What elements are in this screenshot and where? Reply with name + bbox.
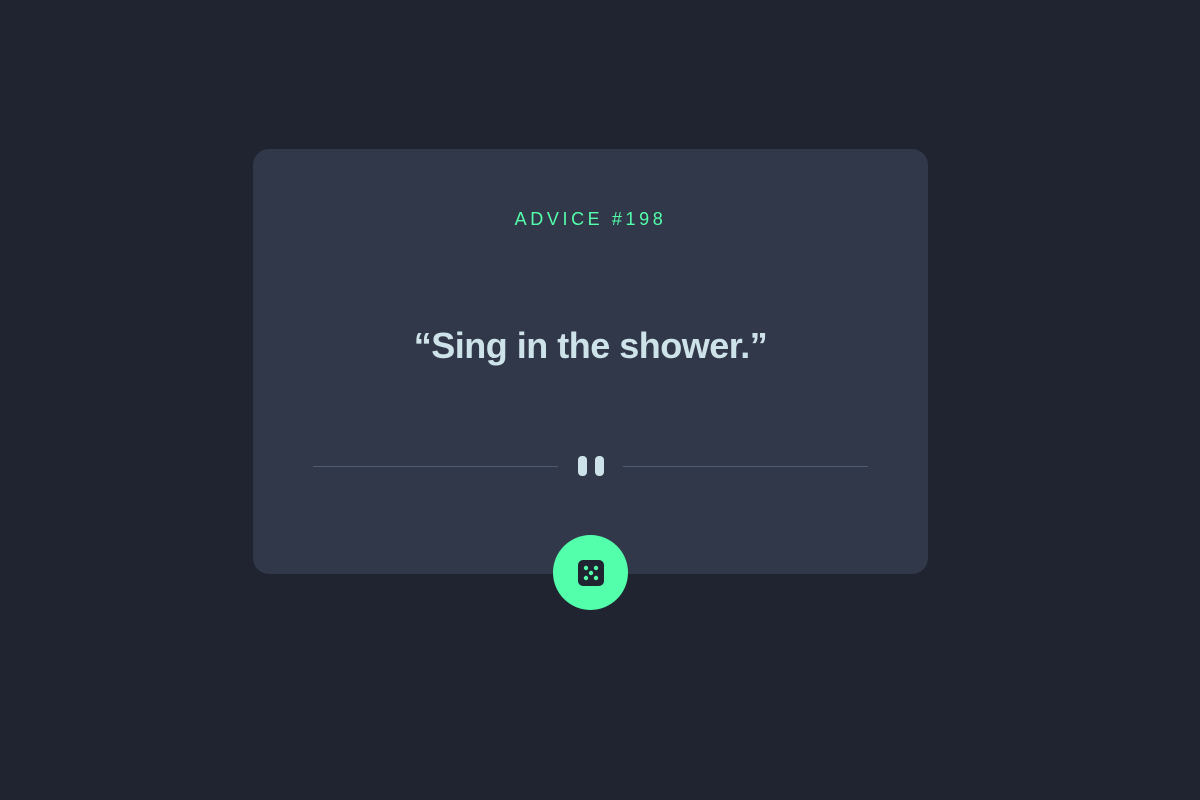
dice-button[interactable] — [553, 535, 628, 610]
advice-id: ADVICE #198 — [253, 207, 928, 231]
pause-icon — [577, 456, 605, 476]
divider-line-left — [313, 466, 558, 467]
advice-card: ADVICE #198 “Sing in the shower.” — [253, 149, 928, 574]
divider-line-right — [623, 466, 868, 467]
advice-label: ADVICE # — [514, 209, 626, 229]
divider — [313, 454, 868, 478]
dice-icon — [577, 559, 604, 586]
advice-quote: “Sing in the shower.” — [413, 325, 768, 366]
advice-number: 198 — [625, 209, 667, 229]
